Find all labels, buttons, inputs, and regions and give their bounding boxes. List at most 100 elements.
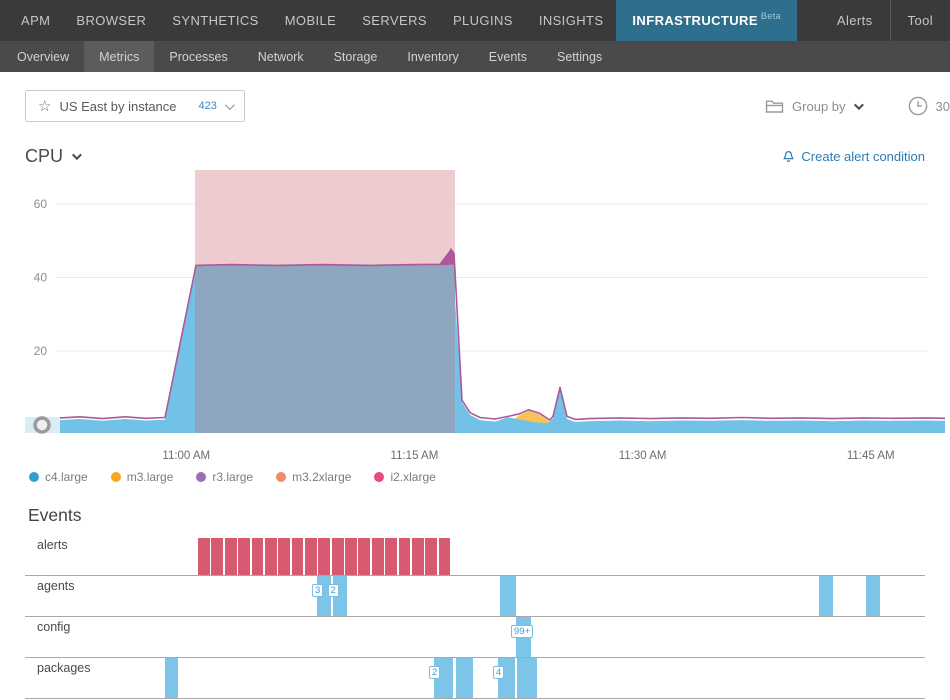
filter-bar: ☆ US East by instance 423 Group by [0,90,950,122]
subnav-item-inventory[interactable]: Inventory [392,41,473,72]
legend-label: m3.large [127,470,174,484]
nav-item-tool[interactable]: Tool [891,0,950,41]
event-bar[interactable] [278,538,290,575]
event-bar[interactable] [305,538,317,575]
event-row-alerts: alerts [25,535,925,576]
nav-item-infrastructure[interactable]: INFRASTRUCTUREBeta [616,0,797,41]
event-bar[interactable] [265,538,277,575]
event-count-badge[interactable]: 99+ [511,625,533,638]
event-bar[interactable] [358,538,370,575]
event-bar[interactable] [165,658,178,698]
legend-item-m3-large[interactable]: m3.large [111,470,174,484]
event-count-badge[interactable]: 4 [493,666,504,679]
event-bar[interactable] [238,538,250,575]
event-bar[interactable] [412,538,424,575]
y-tick-label: 40 [34,271,48,285]
event-bar[interactable] [198,538,210,575]
event-count-badge[interactable]: 2 [328,584,339,597]
time-range-dropdown[interactable]: 30 [907,95,950,117]
event-bar[interactable] [318,538,330,575]
subnav-item-storage[interactable]: Storage [319,41,393,72]
event-bar[interactable] [866,576,880,616]
event-bar[interactable] [456,658,473,698]
nav-item-mobile[interactable]: MOBILE [272,0,350,41]
x-tick-label: 11:15 AM [391,450,439,462]
event-row-label: alerts [37,538,68,552]
legend-dot-icon [29,472,39,482]
event-bar[interactable] [500,576,516,616]
event-bar[interactable] [345,538,357,575]
event-bar[interactable] [819,576,833,616]
saved-filter-dropdown[interactable]: ☆ US East by instance 423 [25,90,245,122]
legend-label: i2.xlarge [390,470,435,484]
create-alert-link[interactable]: Create alert condition [782,149,925,164]
event-bar[interactable] [385,538,397,575]
nav-item-synthetics[interactable]: SYNTHETICS [159,0,271,41]
nav-item-insights[interactable]: INSIGHTS [526,0,617,41]
event-row-agents: agents 32 [25,576,925,617]
event-bar[interactable] [252,538,264,575]
nav-item-apm[interactable]: APM [8,0,63,41]
legend-item-c4-large[interactable]: c4.large [29,470,88,484]
nav-item-alerts[interactable]: Alerts [820,0,890,41]
legend-dot-icon [111,472,121,482]
event-count-badge[interactable]: 2 [429,666,440,679]
time-range-label: 30 [936,99,950,114]
metric-selector[interactable]: CPU [25,146,79,167]
nav-item-plugins[interactable]: PLUGINS [440,0,526,41]
metric-title-label: CPU [25,146,63,167]
legend-item-r3-large[interactable]: r3.large [196,470,253,484]
subnav-item-events[interactable]: Events [474,41,542,72]
subnav-item-overview[interactable]: Overview [2,41,84,72]
nav-item-servers[interactable]: SERVERS [349,0,440,41]
x-tick-label: 11:45 AM [847,450,895,462]
event-count-badge[interactable]: 3 [312,584,323,597]
event-bar[interactable] [211,538,223,575]
star-icon: ☆ [38,99,51,114]
content: ☆ US East by instance 423 Group by [0,72,950,699]
y-tick-label: 20 [34,344,48,358]
beta-badge: Beta [761,11,781,21]
legend-item-m3-2xlarge[interactable]: m3.2xlarge [276,470,351,484]
nav-item-browser[interactable]: BROWSER [63,0,159,41]
event-bar[interactable] [425,538,437,575]
event-row-label: config [37,620,70,634]
bell-icon [782,150,795,164]
subnav-item-processes[interactable]: Processes [154,41,242,72]
legend-dot-icon [276,472,286,482]
event-row-label: agents [37,579,75,593]
create-alert-label: Create alert condition [801,149,925,164]
event-rows: alertsagents32config99+packages24 [0,535,950,699]
top-nav: APMBROWSERSYNTHETICSMOBILESERVERSPLUGINS… [0,0,950,41]
event-bar[interactable] [517,658,537,698]
metric-header: CPU Create alert condition [25,143,925,170]
filter-bar-right: Group by 30 [765,95,950,117]
subnav-item-network[interactable]: Network [243,41,319,72]
event-row-config: config 99+ [25,617,925,658]
legend-dot-icon [196,472,206,482]
legend-dot-icon [374,472,384,482]
group-by-dropdown[interactable]: Group by [765,99,860,114]
cpu-chart[interactable]: 20406011:00 AM11:15 AM11:30 AM11:45 AM [0,170,950,462]
event-bar[interactable] [225,538,237,575]
event-bar[interactable] [292,538,304,575]
event-bar[interactable] [439,538,451,575]
chevron-down-icon [853,100,863,110]
clock-icon [907,95,929,117]
subnav-item-metrics[interactable]: Metrics [84,41,154,72]
x-tick-label: 11:00 AM [162,450,210,462]
legend-item-i2-xlarge[interactable]: i2.xlarge [374,470,435,484]
event-bar[interactable] [372,538,384,575]
saved-filter-label: US East by instance [59,99,176,114]
event-bar[interactable] [399,538,411,575]
chart-legend: c4.large m3.large r3.large m3.2xlarge i2.xla… [29,469,950,485]
legend-label: r3.large [212,470,253,484]
events-title: Events [28,505,950,526]
timeline-handle[interactable] [35,418,49,432]
x-tick-label: 11:30 AM [619,450,667,462]
subnav-item-settings[interactable]: Settings [542,41,617,72]
event-bar[interactable] [332,538,344,575]
chevron-down-icon [225,100,235,110]
primary-nav: APMBROWSERSYNTHETICSMOBILESERVERSPLUGINS… [0,0,797,41]
event-row-label: packages [37,661,91,675]
